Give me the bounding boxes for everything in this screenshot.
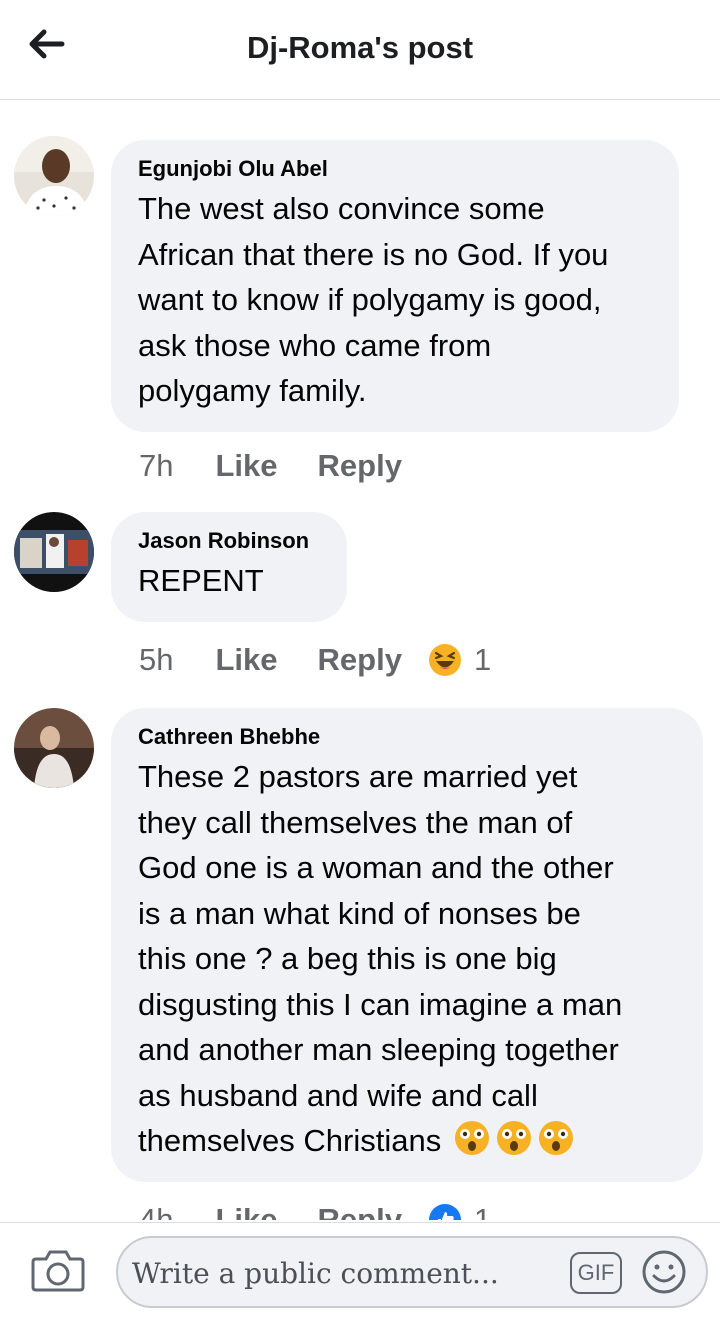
- comment-author[interactable]: Cathreen Bhebhe: [138, 724, 677, 750]
- comment-input-wrapper: GIF: [116, 1236, 708, 1308]
- comment-text-body: These 2 pastors are married yet they cal…: [138, 759, 623, 1158]
- astonished-face-icon: [539, 1121, 574, 1155]
- like-button[interactable]: Like: [215, 448, 277, 484]
- emoji-button[interactable]: [640, 1248, 688, 1296]
- comment-text: These 2 pastors are married yet they cal…: [138, 754, 677, 1164]
- comment-bubble[interactable]: Egunjobi Olu Abel The west also convince…: [111, 140, 679, 432]
- comment-actions: 7h Like Reply: [139, 446, 442, 486]
- gif-button[interactable]: GIF: [570, 1252, 622, 1294]
- comment-time[interactable]: 4h: [139, 1202, 173, 1220]
- like-button[interactable]: Like: [215, 642, 277, 678]
- smiley-icon: [642, 1250, 686, 1294]
- comment-text: REPENT: [138, 563, 264, 598]
- avatar[interactable]: [14, 708, 94, 788]
- avatar[interactable]: [14, 512, 94, 592]
- emoji-group: [453, 1121, 575, 1158]
- comment-text: The west also convince some African that…: [138, 191, 609, 408]
- camera-button[interactable]: [30, 1245, 86, 1295]
- comment-author[interactable]: Egunjobi Olu Abel: [138, 156, 653, 182]
- avatar[interactable]: [14, 136, 94, 216]
- comment-time[interactable]: 7h: [139, 448, 173, 484]
- reply-button[interactable]: Reply: [318, 1202, 402, 1220]
- comment-actions: 5h Like Reply 1: [139, 640, 491, 680]
- comments-list: Egunjobi Olu Abel The west also convince…: [0, 100, 720, 1220]
- comment-input[interactable]: [132, 1248, 562, 1298]
- astonished-face-icon: [455, 1121, 490, 1155]
- comment-composer: GIF: [0, 1222, 720, 1320]
- comment-actions: 4h Like Reply 1: [139, 1200, 491, 1220]
- comment-author[interactable]: Jason Robinson: [138, 528, 321, 554]
- reply-button[interactable]: Reply: [318, 448, 402, 484]
- like-button[interactable]: Like: [215, 1202, 277, 1220]
- page-title: Dj-Roma's post: [246, 30, 474, 65]
- haha-laugh-icon: [428, 644, 461, 676]
- post-header: Dj-Roma's post: [0, 0, 720, 100]
- camera-icon: [31, 1250, 85, 1292]
- comment-time[interactable]: 5h: [139, 642, 173, 678]
- reaction-summary[interactable]: 1: [428, 1202, 491, 1220]
- comment-bubble[interactable]: Jason Robinson REPENT: [111, 512, 347, 622]
- reaction-count: 1: [473, 1202, 492, 1220]
- comment-bubble[interactable]: Cathreen Bhebhe These 2 pastors are marr…: [111, 708, 703, 1182]
- astonished-face-icon: [497, 1121, 532, 1155]
- reaction-summary[interactable]: 1: [428, 642, 491, 678]
- reply-button[interactable]: Reply: [318, 642, 402, 678]
- reaction-count: 1: [473, 642, 492, 677]
- like-thumb-icon: [428, 1204, 461, 1220]
